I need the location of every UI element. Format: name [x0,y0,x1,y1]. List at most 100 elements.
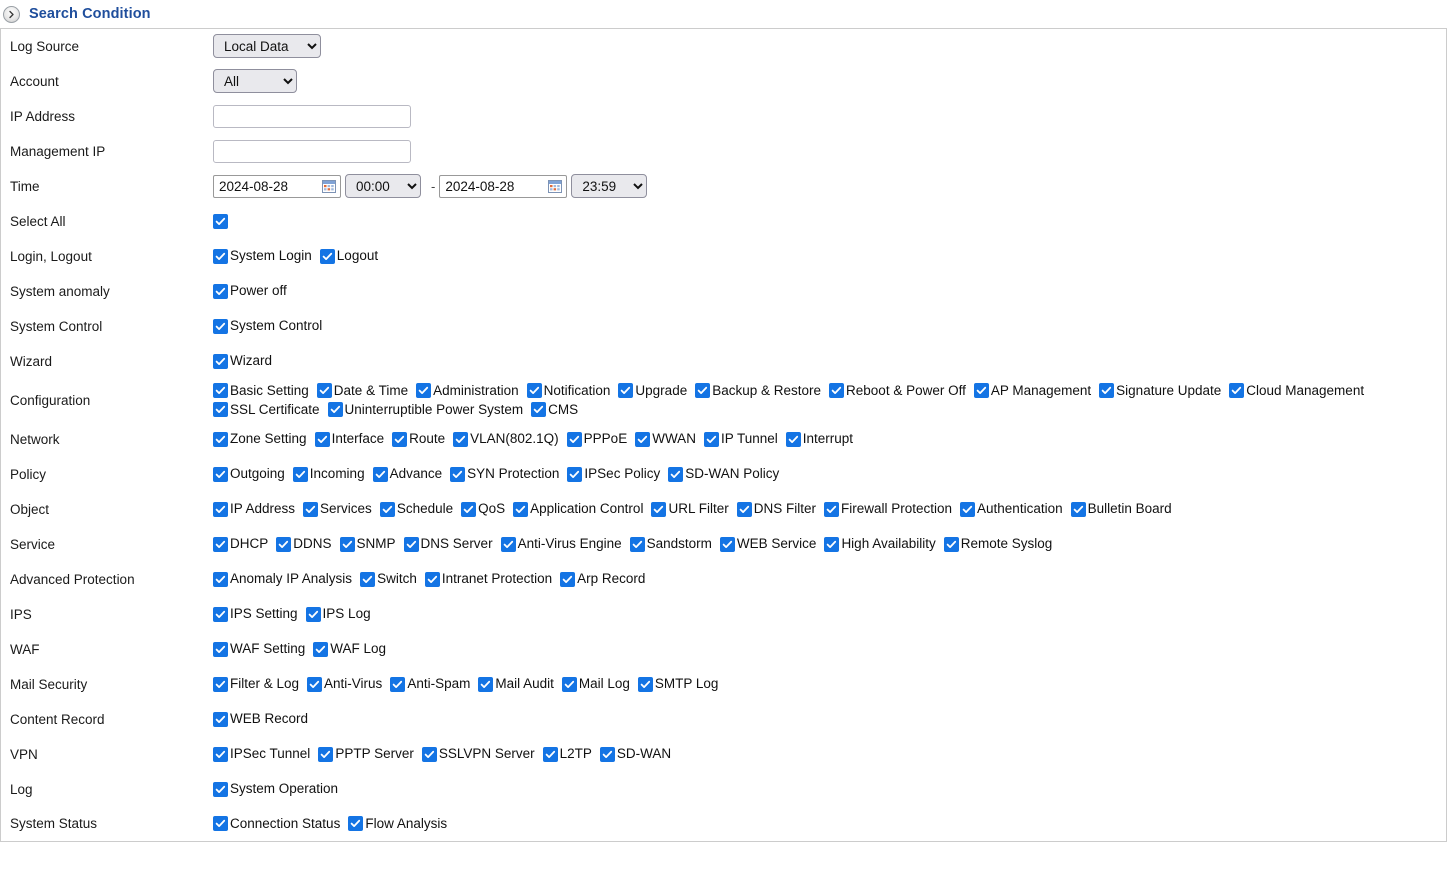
checkbox-option[interactable]: Mail Log [561,676,630,692]
checkbox-option[interactable]: Connection Status [213,816,340,832]
checkbox-option[interactable]: Intranet Protection [424,571,552,587]
checkbox-option[interactable]: IPS Setting [213,606,298,622]
checkbox-option[interactable]: Reboot & Power Off [829,383,966,399]
checkmark-icon [305,606,321,622]
checkmark-icon [314,431,330,447]
checkbox-option[interactable]: Outgoing [213,466,285,482]
checkbox-option[interactable]: Authentication [960,501,1063,517]
checkbox-option[interactable]: DNS Server [403,536,493,552]
end-time-select[interactable]: 23:59 [571,174,648,198]
checkbox-option[interactable]: Firewall Protection [823,501,952,517]
checkbox-option[interactable]: CMS [531,402,578,418]
checkbox-option[interactable]: DNS Filter [736,501,816,517]
end-date-input[interactable]: 2024-08-28 [439,174,568,198]
checkbox-option[interactable]: DDNS [276,536,332,552]
checkmark-icon [618,383,634,398]
checkbox-option[interactable]: Wizard [213,353,272,369]
checkbox-option[interactable]: PPPoE [566,431,627,447]
calendar-icon[interactable] [322,179,336,193]
checkbox-option[interactable]: Application Control [513,501,643,517]
checkbox-option[interactable]: Signature Update [1099,383,1221,399]
checkbox-option[interactable]: Interrupt [785,431,853,447]
label-select-all: Select All [10,213,66,229]
ip-address-input[interactable] [213,104,411,128]
checkbox-option[interactable]: Route [392,431,445,447]
checkbox-option[interactable]: IP Address [213,501,295,517]
checkbox-option[interactable]: Sandstorm [629,536,712,552]
checkmark-icon [213,536,228,552]
checkbox-option[interactable]: Incoming [292,466,365,482]
checkbox-option[interactable]: SSLVPN Server [421,746,535,762]
checkbox-option[interactable]: Logout [319,248,378,264]
checkbox-option[interactable]: Arp Record [560,571,645,587]
checkbox-option[interactable]: Basic Setting [213,383,309,399]
checkbox-option[interactable]: Mail Audit [478,676,554,692]
checkbox-option[interactable]: Schedule [379,501,453,517]
checkbox-option[interactable]: URL Filter [651,501,729,517]
checkbox-label: IPS Setting [230,606,298,621]
start-time-select[interactable]: 00:00 [345,174,421,198]
chevron-right-circle-icon[interactable] [3,5,20,23]
calendar-icon[interactable] [548,179,563,193]
checkbox-option[interactable]: System Control [213,318,322,334]
checkbox-option[interactable]: Uninterruptible Power System [327,402,523,418]
checkbox-option[interactable]: QoS [461,501,505,517]
checkbox-group: Power off [213,279,1444,303]
row-ip-address: IP Address [1,99,1447,134]
checkbox-option[interactable]: High Availability [824,536,936,552]
checkbox-option[interactable]: Administration [416,383,519,399]
checkbox-option[interactable]: Zone Setting [213,431,307,447]
checkbox-select-all[interactable] [213,213,230,229]
checkbox-option[interactable]: Backup & Restore [695,383,821,399]
checkbox-option[interactable]: VLAN(802.1Q) [453,431,559,447]
checkbox-option[interactable]: Notification [526,383,610,399]
checkbox-option[interactable]: SMTP Log [637,676,718,692]
checkbox-label: IPSec Policy [584,466,661,481]
checkmark-icon [339,536,355,552]
checkbox-option[interactable]: WEB Record [213,711,308,727]
checkbox-option[interactable]: SSL Certificate [213,402,320,418]
checkbox-option[interactable]: AP Management [973,383,1091,399]
checkbox-option[interactable]: WEB Service [719,536,816,552]
checkbox-option[interactable]: IPS Log [305,606,371,622]
checkbox-option[interactable]: Anti-Spam [390,676,470,692]
checkbox-option[interactable]: IP Tunnel [703,431,778,447]
category-label: System anomaly [10,283,110,299]
checkbox-label: Cloud Management [1246,382,1365,398]
checkbox-option[interactable]: WAF Log [313,641,386,657]
checkbox-option[interactable]: WWAN [635,431,696,447]
checkbox-option[interactable]: Anomaly IP Analysis [213,571,352,587]
checkbox-option[interactable]: Flow Analysis [348,816,447,832]
checkbox-option[interactable]: Bulletin Board [1070,501,1172,517]
checkbox-option[interactable]: SD-WAN [599,746,671,762]
account-select[interactable]: All [213,69,297,93]
checkbox-option[interactable]: SD-WAN Policy [668,466,779,482]
checkbox-option[interactable]: Power off [213,283,287,299]
checkbox-option[interactable]: Remote Syslog [943,536,1052,552]
checkbox-option[interactable]: Advance [372,466,442,482]
checkbox-option[interactable]: Anti-Virus Engine [500,536,622,552]
checkbox-option[interactable]: Date & Time [316,383,408,399]
checkbox-option[interactable]: IPSec Tunnel [213,746,310,762]
checkbox-option[interactable]: Interface [314,431,384,447]
start-date-input[interactable]: 2024-08-28 [213,174,341,198]
checkbox-option[interactable]: DHCP [213,536,268,552]
category-options: DHCP DDNS SNMP DNS Server Anti-Virus Engine S… [210,527,1447,562]
checkbox-option[interactable]: Upgrade [618,383,687,399]
management-ip-input[interactable] [213,139,411,163]
checkbox-option[interactable]: L2TP [542,746,592,762]
checkbox-option[interactable]: SYN Protection [450,466,559,482]
checkbox-option[interactable]: SNMP [339,536,396,552]
checkbox-option[interactable]: IPSec Policy [567,466,660,482]
checkbox-option[interactable]: Services [303,501,372,517]
log-source-select[interactable]: Local Data [213,34,321,59]
checkbox-option[interactable]: Cloud Management [1229,383,1364,399]
checkbox-option[interactable]: System Login [213,248,312,264]
checkbox-option[interactable]: Switch [360,571,417,587]
checkbox-option[interactable]: PPTP Server [318,746,414,762]
checkbox-option[interactable]: Filter & Log [213,676,299,692]
checkbox-option[interactable]: Anti-Virus [307,676,382,692]
checkbox-option[interactable]: System Operation [213,781,338,797]
checkbox-option[interactable]: WAF Setting [213,641,305,657]
checkmark-icon [379,501,395,517]
